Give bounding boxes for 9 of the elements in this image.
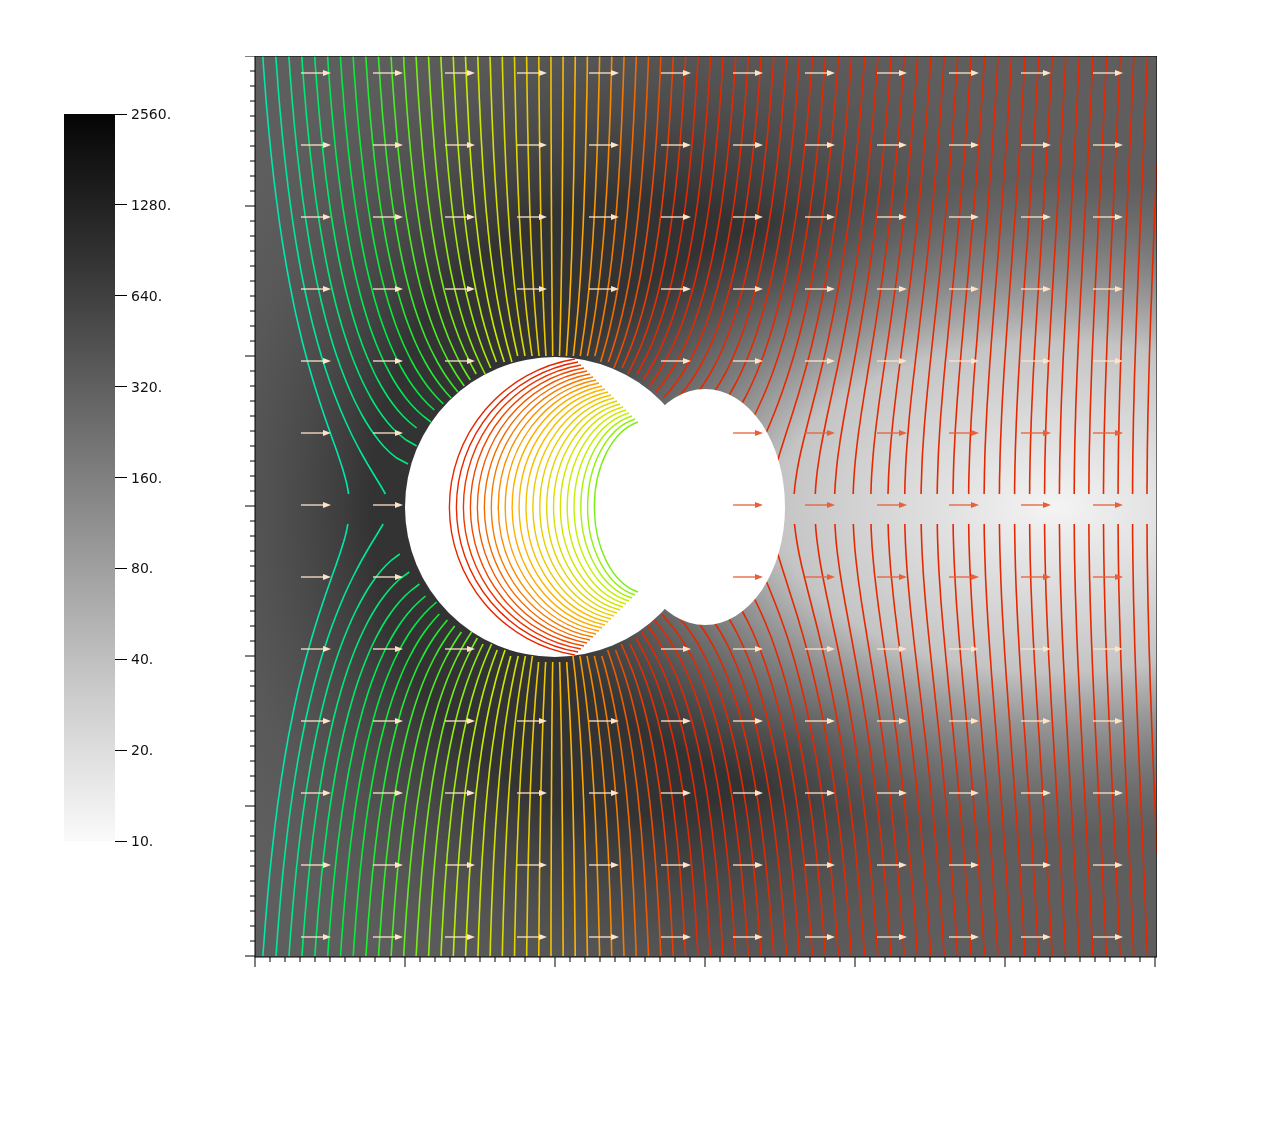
legend-label: 320. — [131, 378, 163, 395]
legend-label: 1280. — [131, 196, 172, 213]
legend-label: 10. — [131, 833, 154, 849]
legend-label: 640. — [131, 287, 163, 304]
legend-label: 40. — [131, 651, 154, 668]
legend-label: 80. — [131, 560, 154, 577]
legend-label: 160. — [131, 469, 163, 486]
legend-label: 20. — [131, 742, 154, 759]
legend-label: 2560. — [131, 106, 172, 122]
